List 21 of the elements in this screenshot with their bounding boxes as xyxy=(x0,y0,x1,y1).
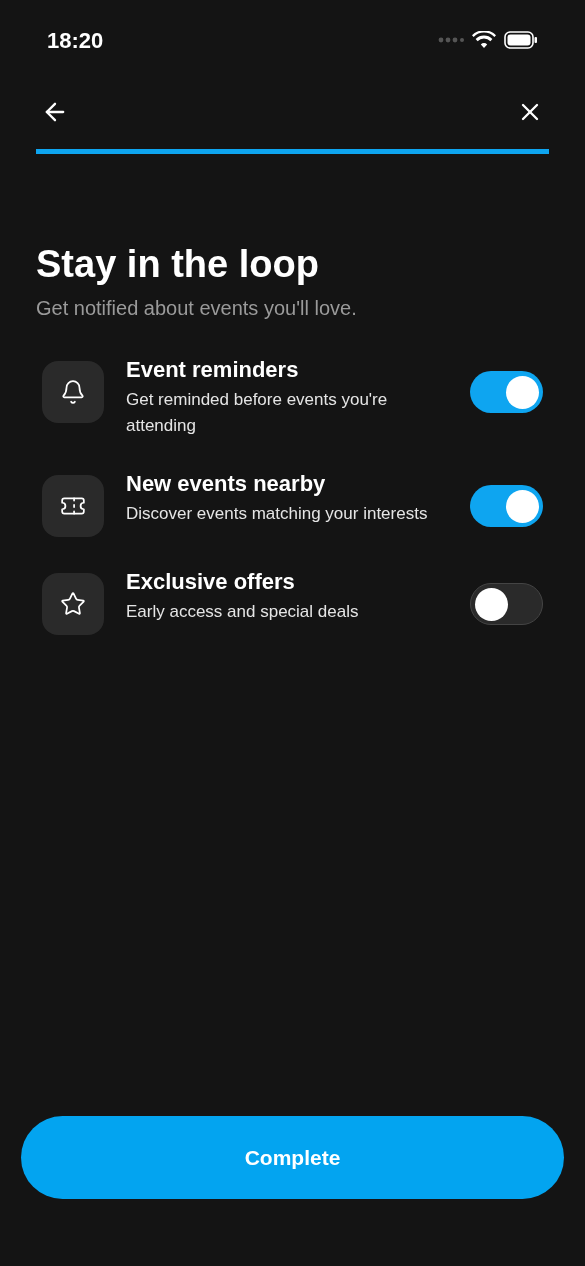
bell-icon xyxy=(60,379,86,405)
option-description: Early access and special deals xyxy=(126,601,360,623)
star-icon xyxy=(60,591,86,617)
page-title: Stay in the loop xyxy=(36,242,320,287)
battery-icon xyxy=(504,31,538,49)
toggle-switch[interactable] xyxy=(470,371,543,413)
option-title: Event reminders xyxy=(126,356,300,384)
wifi-icon xyxy=(472,31,496,49)
option-title: Exclusive offers xyxy=(126,568,296,596)
toggle-switch[interactable] xyxy=(470,485,543,527)
toggle-thumb xyxy=(475,587,508,621)
option-title: New events nearby xyxy=(126,470,327,498)
page-subtitle: Get notified about events you'll love. xyxy=(36,296,358,321)
complete-button[interactable]: Complete xyxy=(21,1116,564,1199)
toggle-switch[interactable] xyxy=(470,583,543,625)
status-time: 18:20 xyxy=(47,26,104,55)
option-description: Discover events matching your interests xyxy=(126,503,429,525)
toggle-thumb xyxy=(506,375,539,409)
option-description: Get reminded before events you're attending xyxy=(126,389,389,437)
signal-icon xyxy=(438,37,464,43)
toggle-thumb xyxy=(506,489,539,523)
